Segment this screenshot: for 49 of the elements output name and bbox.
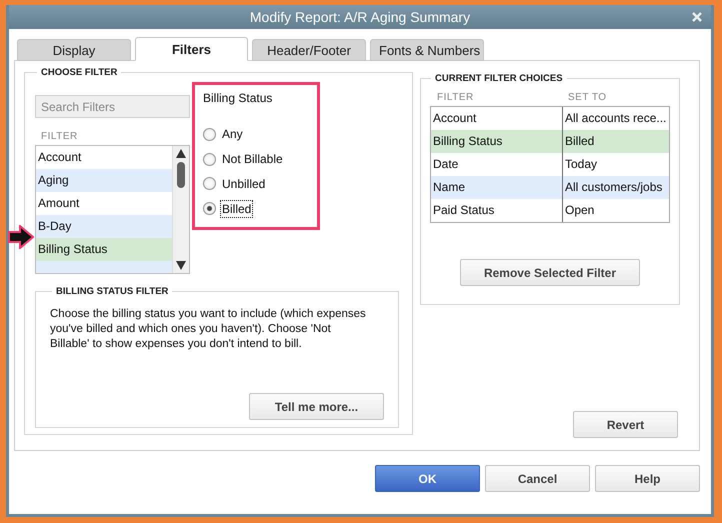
group-heading: CHOOSE FILTER xyxy=(40,67,118,78)
radio-label: Unbilled xyxy=(221,176,266,192)
table-cell-text: Paid Status xyxy=(432,202,496,219)
dialog-button[interactable]: Cancel xyxy=(485,465,590,492)
scrollbar[interactable] xyxy=(172,146,189,273)
tab[interactable]: Filters xyxy=(135,37,248,61)
radio-button[interactable] xyxy=(203,177,216,190)
scroll-up-icon xyxy=(176,149,186,158)
close-icon xyxy=(692,12,702,22)
dialog-button[interactable]: OK xyxy=(375,465,480,492)
column-heading: SET TO xyxy=(567,92,608,103)
option-group-title: Billing Status xyxy=(203,91,274,105)
radio-label: Not Billable xyxy=(221,151,284,168)
scroll-down-icon xyxy=(176,261,186,270)
table-cell-text: Date xyxy=(432,156,460,173)
radio-button[interactable] xyxy=(203,128,216,141)
radio-option[interactable]: Billed xyxy=(203,196,309,221)
radio-button[interactable] xyxy=(203,202,216,216)
group-heading: BILLING STATUS FILTER xyxy=(55,286,170,297)
table-cell-text: Name xyxy=(432,179,466,196)
revert-button[interactable]: Revert xyxy=(573,411,678,438)
search-field[interactable]: Search Filters xyxy=(35,95,190,118)
description-text: Choose the billing status you want to include (which expenses you've billed and which ones you haven't). Choose 'Not Billable' to show expenses you don't intend to bill. xyxy=(50,307,367,352)
list-item[interactable]: Aging xyxy=(36,169,172,192)
radio-label: Any xyxy=(221,126,244,142)
list-item[interactable]: B-Day xyxy=(36,215,172,238)
table-cell-text: Account xyxy=(432,110,478,127)
radio-option[interactable]: Unbilled xyxy=(203,172,309,196)
tab[interactable]: Display xyxy=(17,39,131,61)
radio-option[interactable]: Any xyxy=(203,122,309,147)
table-row[interactable]: Name All customers/jobs xyxy=(431,176,669,199)
table-cell: Open xyxy=(562,199,669,222)
tab[interactable]: Header/Footer xyxy=(252,39,366,61)
column-heading: FILTER xyxy=(436,92,475,103)
table-row[interactable]: Billing Status Billed xyxy=(431,130,669,153)
list-item[interactable]: Billing Status xyxy=(36,238,172,261)
radio-button[interactable] xyxy=(203,152,216,166)
remove-filter-button[interactable]: Remove Selected Filter xyxy=(460,259,640,286)
radio-label: Billed xyxy=(221,200,252,217)
column-heading: FILTER xyxy=(41,131,79,142)
arrow-icon xyxy=(8,225,34,249)
group-heading: CURRENT FILTER CHOICES xyxy=(434,73,564,84)
table-cell-text: Billing Status xyxy=(432,133,504,150)
tell-me-more-button[interactable]: Tell me more... xyxy=(249,393,384,420)
window-title: Modify Report: A/R Aging Summary xyxy=(250,9,470,25)
scroll-thumb[interactable] xyxy=(177,162,185,188)
radio-option[interactable]: Not Billable xyxy=(203,146,309,172)
dialog-button[interactable]: Help xyxy=(595,465,700,492)
tab[interactable]: Fonts & Numbers xyxy=(370,39,484,61)
